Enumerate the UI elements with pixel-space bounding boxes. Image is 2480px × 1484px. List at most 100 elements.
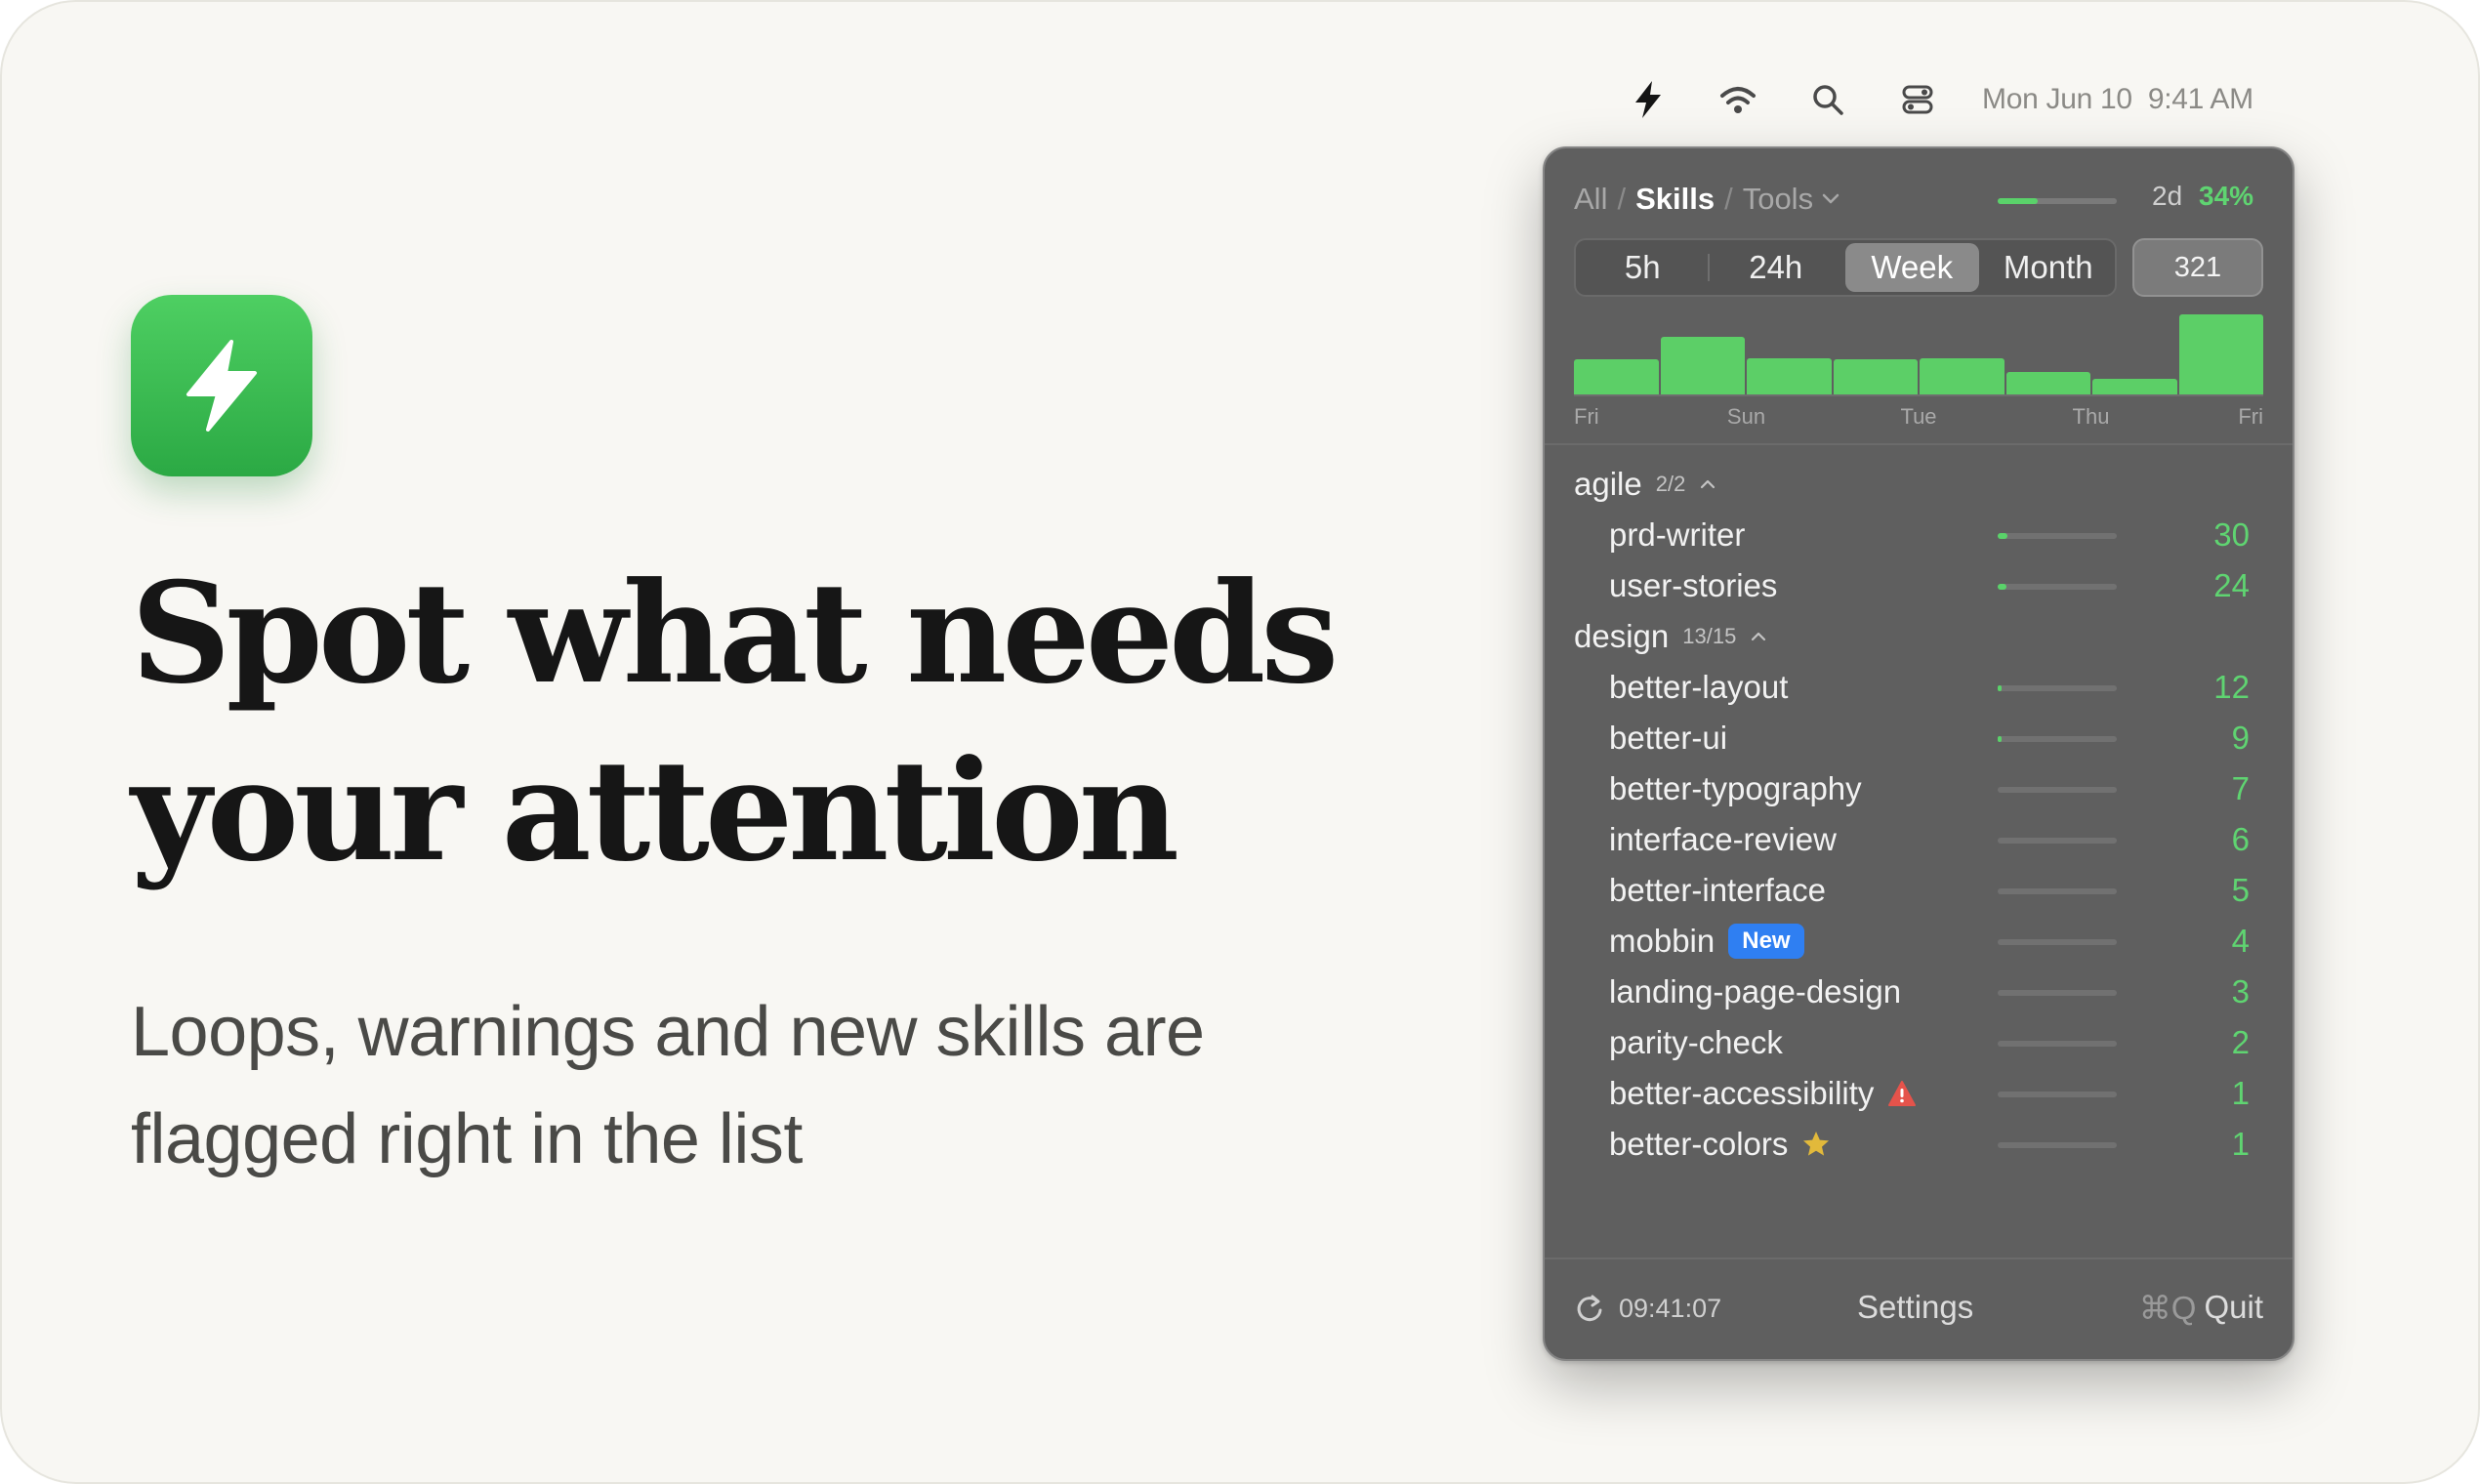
skill-count: 9	[2231, 720, 2250, 756]
settings-button[interactable]: Settings	[1857, 1285, 1973, 1330]
chevron-up-icon[interactable]	[1699, 478, 1716, 490]
skill-usage-track	[1998, 787, 2117, 793]
wifi-icon	[1720, 87, 1756, 113]
skill-row[interactable]: better-typography 7	[1545, 763, 2293, 814]
skill-count: 12	[2213, 669, 2250, 705]
control-center-button[interactable]	[1892, 74, 1943, 125]
chevron-up-icon[interactable]	[1750, 631, 1767, 642]
tab-24h[interactable]: 24h	[1710, 240, 1843, 295]
tab-5h[interactable]: 5h	[1576, 240, 1710, 295]
chart-bar	[2005, 372, 2090, 394]
tab-month[interactable]: Month	[1982, 240, 2116, 295]
menubar-clock[interactable]: Mon Jun 10 9:41 AM	[1982, 83, 2253, 116]
skill-row[interactable]: user-stories 24	[1545, 560, 2293, 611]
chevron-down-icon[interactable]	[1821, 192, 1840, 206]
flag	[1887, 1080, 1917, 1107]
skill-row[interactable]: interface-review 6	[1545, 814, 2293, 865]
skill-name-wrap: user-stories	[1609, 560, 1777, 611]
skill-row[interactable]: parity-check 2	[1545, 1017, 2293, 1068]
skill-row[interactable]: better-ui 9	[1545, 713, 2293, 763]
usage-days: 2d	[2152, 181, 2183, 211]
menu-bar: Mon Jun 10 9:41 AM	[1623, 70, 2253, 129]
quit-label: Quit	[2204, 1289, 2263, 1325]
skill-row[interactable]: landing-page-design 3	[1545, 967, 2293, 1017]
chart-baseline	[1574, 394, 2263, 396]
usage-percent: 34%	[2199, 181, 2254, 211]
divider	[1545, 1257, 2293, 1259]
breadcrumb-all[interactable]: All	[1574, 182, 1607, 217]
control-center-icon	[1902, 85, 1933, 114]
skill-count: 1	[2231, 1126, 2250, 1162]
divider	[1545, 443, 2293, 445]
breadcrumb-skills[interactable]: Skills	[1635, 182, 1715, 217]
skill-name: better-accessibility	[1609, 1075, 1875, 1111]
skills-list[interactable]: agile 2/2 prd-writer 30 user-stories 24 design…	[1545, 459, 2293, 1230]
skill-usage-fill	[1998, 685, 2002, 691]
skill-usage-track	[1998, 1041, 2117, 1047]
skill-usage-track	[1998, 1092, 2117, 1097]
skill-usage-track	[1998, 838, 2117, 844]
skill-name: interface-review	[1609, 821, 1837, 857]
quit-shortcut: ⌘Q	[2138, 1289, 2197, 1326]
lightning-bolt-icon	[186, 340, 257, 432]
refresh-icon[interactable]	[1574, 1293, 1605, 1324]
chart-bar	[1660, 337, 1745, 394]
skill-usage-track	[1998, 736, 2117, 742]
skill-row[interactable]: mobbin New 4	[1545, 916, 2293, 967]
wifi-button[interactable]	[1713, 74, 1763, 125]
skill-usage-track	[1998, 939, 2117, 945]
new-badge: New	[1728, 924, 1804, 959]
menubar-app-button[interactable]	[1623, 74, 1674, 125]
tab-week[interactable]: Week	[1845, 243, 1979, 292]
skill-count: 1	[2231, 1075, 2250, 1111]
skill-row[interactable]: better-layout 12	[1545, 662, 2293, 713]
group-count: 2/2	[1655, 472, 1686, 496]
breadcrumb: All / Skills / Tools	[1574, 178, 1840, 221]
chart-tick-label: Sun	[1726, 404, 1766, 429]
chart-bar	[2178, 314, 2263, 394]
skill-usage-track	[1998, 685, 2117, 691]
total-count-badge[interactable]: 321	[2132, 238, 2263, 297]
usage-bar-chart	[1574, 314, 2263, 394]
skill-count: 3	[2231, 973, 2250, 1010]
skill-name-wrap: better-accessibility	[1609, 1068, 1917, 1119]
skill-name: mobbin	[1609, 923, 1715, 959]
chart-bar	[2092, 379, 2177, 394]
chart-bar	[1833, 359, 1918, 394]
skill-name-wrap: interface-review	[1609, 814, 1837, 865]
skill-row[interactable]: better-interface 5	[1545, 865, 2293, 916]
usage-popover: All / Skills / Tools 2d 34% 5h 24h Week …	[1543, 146, 2294, 1361]
skill-row[interactable]: prd-writer 30	[1545, 510, 2293, 560]
skill-count: 4	[2231, 923, 2250, 959]
last-refresh-time: 09:41:07	[1619, 1293, 1722, 1323]
headline: Spot what needs your attention	[131, 553, 1339, 892]
skill-name: prd-writer	[1609, 516, 1746, 553]
promo-card: Spot what needs your attention Loops, wa…	[0, 0, 2480, 1484]
subheadline: Loops, warnings and new skills are flagg…	[131, 993, 1205, 1178]
breadcrumb-tools[interactable]: Tools	[1743, 182, 1813, 217]
skill-name-wrap: better-interface	[1609, 865, 1826, 916]
chart-tick-label: Thu	[2072, 404, 2110, 429]
skill-usage-track	[1998, 1142, 2117, 1148]
skill-count: 2	[2231, 1024, 2250, 1060]
group-count: 13/15	[1682, 624, 1737, 648]
skill-name-wrap: better-typography	[1609, 763, 1862, 814]
chart-tick-label: Fri	[2238, 404, 2263, 429]
usage-progress-fill	[1998, 198, 2038, 204]
quit-button[interactable]: ⌘Q Quit	[2139, 1285, 2263, 1330]
chart-bar	[1747, 358, 1832, 394]
group-name: design	[1574, 618, 1670, 654]
skill-name-wrap: better-layout	[1609, 662, 1788, 713]
skill-row[interactable]: better-colors 1	[1545, 1119, 2293, 1170]
flag	[1801, 1130, 1831, 1159]
skill-name: parity-check	[1609, 1024, 1783, 1060]
search-button[interactable]	[1802, 74, 1853, 125]
group-header-design[interactable]: design 13/15	[1574, 611, 1767, 662]
group-header-agile[interactable]: agile 2/2	[1574, 459, 1716, 510]
skill-usage-track	[1998, 888, 2117, 894]
skill-name: better-ui	[1609, 720, 1728, 756]
skill-row[interactable]: better-accessibility 1	[1545, 1068, 2293, 1119]
skill-count: 7	[2231, 770, 2250, 806]
skill-name-wrap: prd-writer	[1609, 510, 1745, 560]
chart-x-axis: Fri Sun Tue Thu Fri	[1574, 404, 2263, 433]
